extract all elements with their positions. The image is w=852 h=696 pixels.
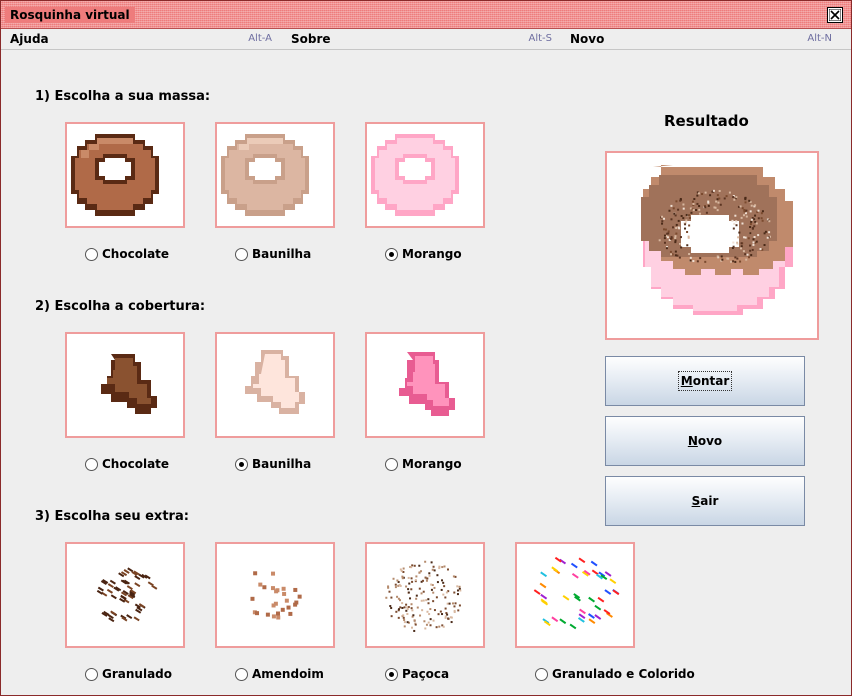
- radio-label: Baunilha: [252, 457, 312, 471]
- extra-pacoca-image[interactable]: [365, 542, 485, 648]
- extra-granulado-image[interactable]: [65, 542, 185, 648]
- menu-ajuda-accelerator: Alt-A: [248, 33, 272, 44]
- peanuts-icon: [250, 571, 302, 620]
- menu-ajuda-label: Ajuda: [10, 32, 49, 46]
- section-massa-title: 1) Escolha a sua massa:: [35, 89, 211, 104]
- icing-chocolate-icon: [101, 354, 157, 414]
- donut-baunilha-icon: [221, 134, 309, 216]
- close-icon: [829, 9, 841, 21]
- section-extra-title: 3) Escolha seu extra:: [35, 509, 189, 524]
- pacoca-crumbs-icon: [385, 560, 462, 632]
- radio-label: Baunilha: [252, 247, 312, 261]
- menu-novo[interactable]: Novo Alt-N: [570, 29, 832, 49]
- montar-button-label: Montar: [677, 371, 733, 391]
- menu-novo-accelerator: Alt-N: [807, 33, 832, 44]
- massa-chocolate-image[interactable]: [65, 122, 185, 228]
- menu-sobre-label: Sobre: [291, 32, 331, 46]
- radio-dot[interactable]: [385, 668, 398, 681]
- cobertura-chocolate-image[interactable]: [65, 332, 185, 438]
- menu-sobre[interactable]: Sobre Alt-S: [291, 29, 552, 49]
- menu-ajuda[interactable]: Ajuda Alt-A: [10, 29, 272, 49]
- radio-label: Morango: [402, 247, 462, 261]
- radio-label: Granulado: [102, 667, 172, 681]
- donut-morango-icon: [371, 134, 459, 216]
- menu-sobre-accelerator: Alt-S: [528, 33, 553, 44]
- radio-dot[interactable]: [85, 248, 98, 261]
- extra-amendoim-image[interactable]: [215, 542, 335, 648]
- radio-label: Granulado e Colorido: [552, 667, 695, 681]
- radio-dot[interactable]: [85, 458, 98, 471]
- main-window: Rosquinha virtual Ajuda Alt-A Sobre Alt-…: [0, 0, 852, 696]
- massa-morango-image[interactable]: [365, 122, 485, 228]
- radio-dot[interactable]: [385, 458, 398, 471]
- radio-label: Morango: [402, 457, 462, 471]
- radio-dot[interactable]: [535, 668, 548, 681]
- sprinkles-brown-icon: [96, 567, 158, 623]
- title-bar[interactable]: Rosquinha virtual: [1, 1, 851, 29]
- radio-label: Chocolate: [102, 247, 170, 261]
- result-image: [605, 151, 819, 340]
- novo-button[interactable]: Novo: [605, 416, 805, 466]
- massa-baunilha-image[interactable]: [215, 122, 335, 228]
- radio-dot[interactable]: [235, 248, 248, 261]
- radio-dot[interactable]: [85, 668, 98, 681]
- radio-label: Chocolate: [102, 457, 170, 471]
- radio-label: Paçoca: [402, 667, 450, 681]
- menu-bar: Ajuda Alt-A Sobre Alt-S Novo Alt-N: [1, 29, 851, 50]
- section-cobertura-title: 2) Escolha a cobertura:: [35, 299, 206, 314]
- extra-granulado-colorido-image[interactable]: [515, 542, 635, 648]
- radio-dot[interactable]: [235, 668, 248, 681]
- donut-result-icon: [641, 165, 793, 315]
- montar-button[interactable]: Montar: [605, 356, 805, 406]
- menu-novo-label: Novo: [570, 32, 605, 46]
- sair-button-label: Sair: [691, 494, 719, 508]
- cobertura-morango-image[interactable]: [365, 332, 485, 438]
- close-button[interactable]: [827, 7, 843, 23]
- radio-dot[interactable]: [235, 458, 248, 471]
- icing-morango-icon: [399, 352, 455, 416]
- donut-chocolate-icon: [71, 134, 159, 216]
- sair-button[interactable]: Sair: [605, 476, 805, 526]
- radio-label: Amendoim: [252, 667, 324, 681]
- radio-dot[interactable]: [385, 248, 398, 261]
- icing-baunilha-icon: [245, 350, 305, 414]
- cobertura-baunilha-image[interactable]: [215, 332, 335, 438]
- novo-button-label: Novo: [687, 434, 723, 448]
- sprinkles-colored-icon: [533, 556, 620, 630]
- window-title: Rosquinha virtual: [5, 7, 135, 23]
- result-title: Resultado: [664, 112, 749, 130]
